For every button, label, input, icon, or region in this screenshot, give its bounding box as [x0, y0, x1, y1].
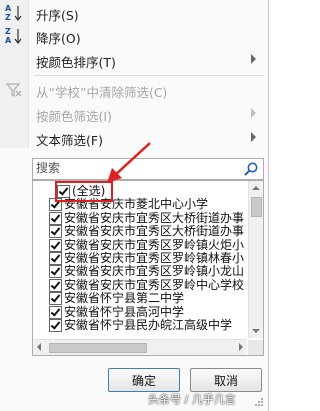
menu-separator [34, 75, 264, 76]
svg-text:Z: Z [5, 13, 11, 22]
list-item-label: 安徽省安庆市宜秀区罗岭镇小龙山 [64, 264, 245, 279]
checkbox[interactable] [49, 292, 62, 306]
ok-button[interactable]: 确定 [108, 368, 180, 392]
list-item-label: 安徽省安庆市宜秀区罗岭镇火炬小 [64, 237, 245, 252]
checkbox[interactable] [49, 225, 62, 239]
sort-descending-icon: Z A [5, 27, 23, 45]
scroll-left-icon[interactable] [37, 343, 41, 351]
filter-value-list: (全选) 安徽省安庆市菱北中心小学 安徽省安庆市宜秀区大桥街道办事 安徽省安庆市宜秀区… [32, 180, 264, 356]
list-item[interactable]: 安徽省怀宁县民办皖江高级中学 [33, 318, 247, 333]
svg-text:A: A [5, 36, 12, 45]
scroll-thumb[interactable] [49, 343, 147, 353]
checkbox[interactable] [49, 252, 62, 265]
scroll-right-icon[interactable] [239, 343, 243, 351]
cancel-button[interactable]: 取消 [190, 368, 262, 392]
menu-item-label: 从“学校”中清除筛选(C) [36, 85, 168, 100]
scroll-thumb[interactable] [251, 197, 262, 217]
list-item-label: 安徽省安庆市宜秀区罗岭镇林春小 [64, 251, 245, 265]
list-item-label: 安徽省安庆市宜秀区大桥街道办事 [64, 224, 245, 239]
menu-item-label: 文本筛选(F) [36, 133, 103, 148]
list-item-label: 安徽省安庆市宜秀区罗岭中心学校 [64, 277, 245, 292]
list-item-label: 安徽省怀宁县高河中学 [64, 304, 185, 319]
menu-item-clear-filter[interactable]: 从“学校”中清除筛选(C) [0, 78, 268, 102]
checkbox[interactable] [49, 305, 62, 319]
watermark-text: 头条号 / 几乎几言 [148, 393, 236, 406]
menu-item-sort-descending[interactable]: Z A 降序(O) [0, 24, 268, 48]
submenu-arrow-icon [251, 132, 256, 142]
checkbox[interactable] [49, 265, 62, 279]
checkbox[interactable] [49, 211, 62, 225]
checkbox[interactable] [49, 238, 62, 252]
submenu-arrow-icon [251, 108, 256, 118]
checkbox[interactable] [49, 278, 62, 292]
submenu-arrow-icon [251, 54, 256, 64]
red-arrow-icon [107, 142, 151, 183]
list-item-label: 安徽省安庆市宜秀区大桥街道办事 [64, 210, 245, 225]
scroll-up-icon[interactable] [252, 186, 260, 190]
scroll-down-icon[interactable] [252, 329, 260, 333]
horizontal-scrollbar[interactable] [33, 339, 247, 355]
menu-item-label: 升序(S) [36, 8, 79, 23]
menu-item-filter-by-color[interactable]: 按颜色筛选(I) [0, 102, 268, 126]
resize-grip-icon[interactable] [254, 397, 264, 407]
menu-item-sort-by-color[interactable]: 按颜色排序(T) [0, 48, 268, 72]
scrollbar-corner [248, 340, 263, 355]
svg-text:Z: Z [5, 27, 11, 36]
menu-item-label: 降序(O) [36, 31, 81, 46]
menu-item-label: 按颜色排序(T) [36, 55, 116, 70]
search-icon[interactable] [243, 161, 259, 177]
list-item-label: 安徽省怀宁县第二中学 [64, 291, 185, 306]
autofilter-menu: A Z 升序(S) Z A 降序(O) 按颜色排序(T) 从“学校”中清除筛选(… [0, 0, 269, 411]
menu-item-label: 按颜色筛选(I) [36, 109, 112, 124]
svg-text:A: A [5, 4, 12, 13]
clear-filter-icon [5, 81, 23, 99]
list-item-label: 安徽省怀宁县民办皖江高级中学 [64, 318, 233, 332]
checkbox[interactable] [49, 319, 62, 332]
vertical-scrollbar[interactable] [248, 181, 263, 338]
menu-item-sort-ascending[interactable]: A Z 升序(S) [0, 1, 268, 25]
sort-ascending-icon: A Z [5, 4, 23, 22]
